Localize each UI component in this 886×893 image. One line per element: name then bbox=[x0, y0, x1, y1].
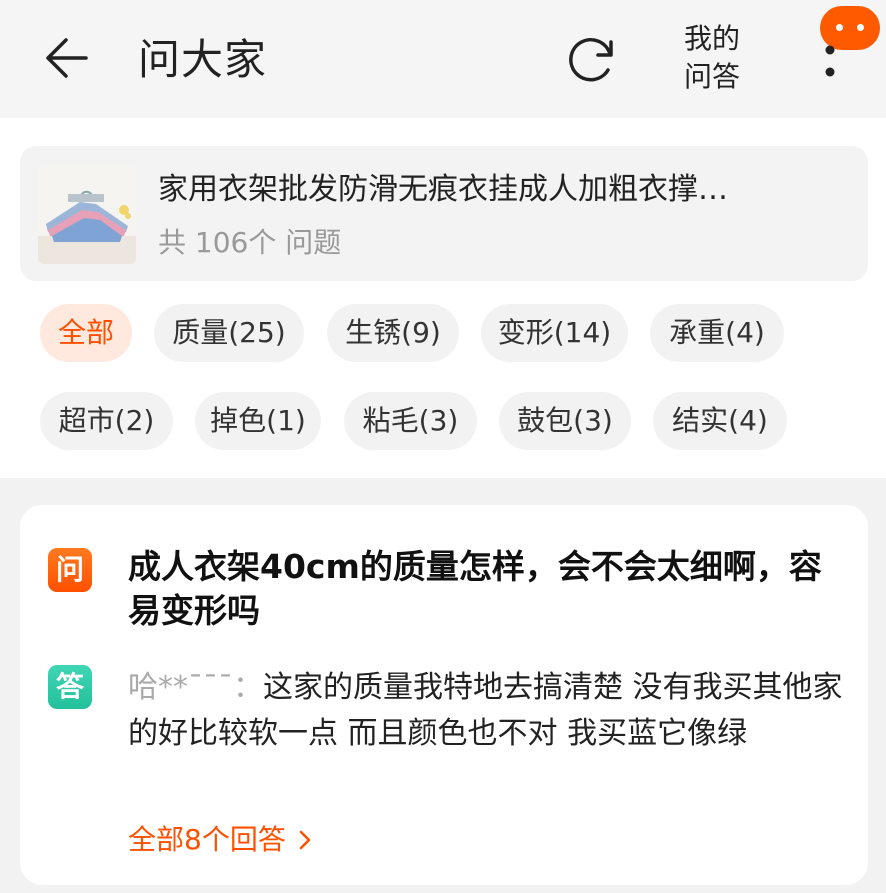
question-text: 成人衣架40cm的质量怎样，会不会太细啊，容易变形吗 bbox=[128, 547, 822, 630]
tag-chip-fade[interactable]: 掉色(1) bbox=[195, 392, 321, 450]
refresh-icon[interactable] bbox=[564, 32, 620, 88]
question-count: 共 106个 问题 bbox=[158, 226, 342, 259]
my-qa-label-line1: 我的 bbox=[683, 22, 740, 55]
my-qa-label-line2: 问答 bbox=[683, 60, 740, 93]
tag-chip-deform[interactable]: 变形(14) bbox=[481, 304, 628, 362]
tag-chip-quality[interactable]: 质量(25) bbox=[154, 304, 304, 362]
arrow-left-icon[interactable] bbox=[40, 36, 90, 80]
top-bar: 问大家 我的 问答 bbox=[0, 0, 886, 118]
tag-chip-rust[interactable]: 生锈(9) bbox=[327, 304, 459, 362]
all-answers-link[interactable]: 全部8个回答 bbox=[128, 820, 313, 860]
tag-chip-bulge[interactable]: 鼓包(3) bbox=[499, 392, 631, 450]
tag-chip-supermarket[interactable]: 超市(2) bbox=[40, 392, 173, 450]
tag-chip-all[interactable]: 全部 bbox=[40, 304, 132, 362]
all-answers-label: 全部8个回答 bbox=[128, 823, 286, 856]
answer-text-block: 哈**ˉˉˉ：这家的质量我特地去搞清楚 没有我买其他家的好比较软一点 而且颜色也… bbox=[128, 665, 848, 757]
tag-chip-sturdy[interactable]: 结实(4) bbox=[653, 392, 787, 450]
product-thumbnail bbox=[38, 166, 136, 264]
tag-chip-load[interactable]: 承重(4) bbox=[650, 304, 784, 362]
product-section: 家用衣架批发防滑无痕衣挂成人加粗衣撑… 共 106个 问题 全部 质量(25) … bbox=[0, 118, 886, 478]
more-vertical-icon[interactable] bbox=[818, 40, 842, 90]
my-qa-button[interactable]: 我的 问答 bbox=[680, 20, 744, 96]
page-title: 问大家 bbox=[138, 35, 268, 84]
answer-username: 哈**ˉˉˉ： bbox=[128, 670, 263, 705]
product-name: 家用衣架批发防滑无痕衣挂成人加粗衣撑… bbox=[158, 172, 728, 207]
answer-badge-icon: 答 bbox=[48, 665, 92, 709]
tag-chip-lint[interactable]: 粘毛(3) bbox=[344, 392, 477, 450]
chevron-right-icon bbox=[299, 830, 310, 850]
question-badge-icon: 问 bbox=[48, 548, 92, 592]
qa-card[interactable]: 问 成人衣架40cm的质量怎样，会不会太细啊，容易变形吗 答 哈**ˉˉˉ：这家… bbox=[20, 505, 868, 885]
product-card[interactable]: 家用衣架批发防滑无痕衣挂成人加粗衣撑… 共 106个 问题 bbox=[20, 146, 868, 281]
